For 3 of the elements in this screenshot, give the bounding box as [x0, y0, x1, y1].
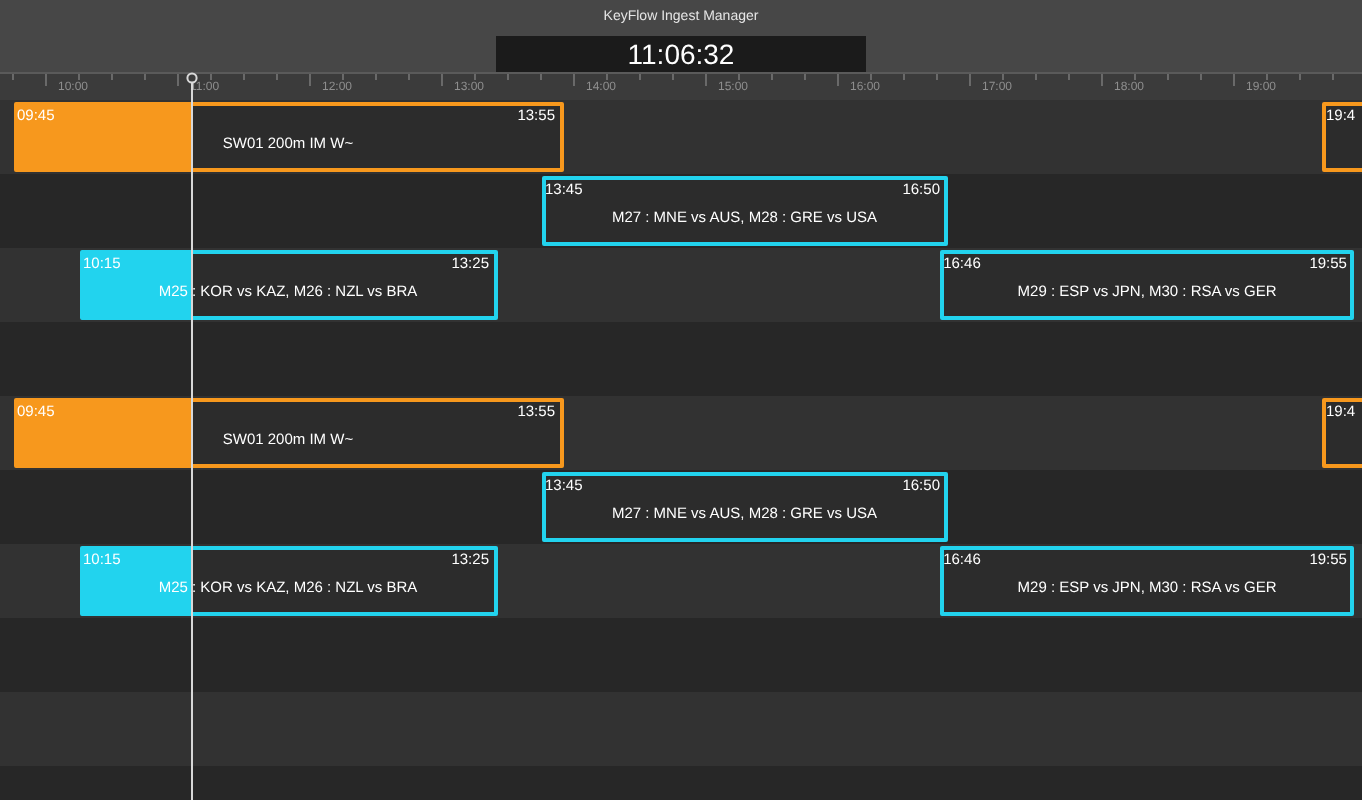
elapsed-fill	[83, 550, 193, 612]
elapsed-fill	[83, 254, 193, 316]
clock-display: 11:06:32	[496, 36, 866, 74]
